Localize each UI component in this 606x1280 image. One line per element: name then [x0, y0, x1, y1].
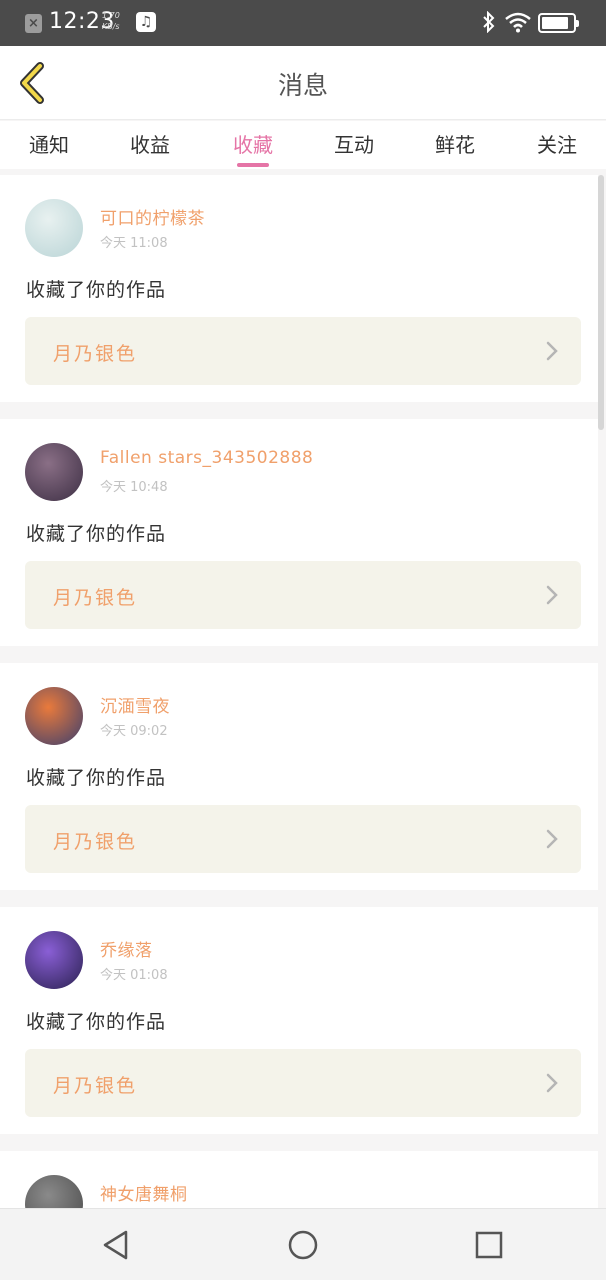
nav-back-button[interactable] — [100, 1229, 132, 1261]
page-title: 消息 — [277, 71, 328, 100]
bluetooth-icon — [482, 10, 496, 38]
nav-home-button[interactable] — [287, 1229, 319, 1261]
chevron-right-icon — [546, 585, 558, 605]
network-speed-unit: KB/s — [102, 22, 120, 31]
work-title: 月乃银色 — [53, 587, 138, 609]
avatar[interactable] — [25, 443, 83, 501]
action-text: 收藏了你的作品 — [26, 523, 167, 545]
tab-favorites[interactable]: 收藏 — [218, 129, 288, 158]
list-item: 神女唐舞桐 — [0, 1151, 598, 1208]
triangle-back-icon — [103, 1230, 128, 1260]
action-text: 收藏了你的作品 — [26, 1011, 167, 1033]
username[interactable]: 乔缘落 — [100, 936, 153, 961]
tab-flowers[interactable]: 鲜花 — [420, 129, 490, 158]
tab-earnings[interactable]: 收益 — [115, 129, 185, 158]
scrollbar[interactable] — [598, 175, 604, 430]
chevron-right-icon — [546, 341, 558, 361]
chevron-right-icon — [546, 1073, 558, 1093]
battery-icon — [538, 13, 579, 33]
list-item: 可口的柠檬茶 今天 11:08 收藏了你的作品 月乃银色 — [0, 175, 598, 402]
avatar[interactable] — [25, 687, 83, 745]
work-title: 月乃银色 — [53, 343, 138, 365]
battery-level — [542, 17, 568, 29]
work-title: 月乃银色 — [53, 831, 138, 853]
work-link-card[interactable]: 月乃银色 — [25, 561, 581, 629]
username[interactable]: 神女唐舞桐 — [100, 1180, 188, 1205]
avatar[interactable] — [25, 931, 83, 989]
work-link-card[interactable]: 月乃银色 — [25, 1049, 581, 1117]
work-link-card[interactable]: 月乃银色 — [25, 317, 581, 385]
username[interactable]: 沉湎雪夜 — [100, 692, 170, 717]
username[interactable]: Fallen stars_343502888 — [100, 448, 313, 468]
network-speed: 1.70 KB/s — [102, 10, 120, 32]
square-recent-icon — [475, 1231, 503, 1259]
timestamp: 今天 11:08 — [100, 236, 168, 251]
tab-bar: 通知 收益 收藏 互动 鲜花 关注 — [0, 121, 606, 169]
chevron-right-icon — [546, 829, 558, 849]
active-tab-indicator — [237, 163, 269, 167]
list-item: 沉湎雪夜 今天 09:02 收藏了你的作品 月乃银色 — [0, 663, 598, 890]
circle-home-icon — [288, 1230, 318, 1260]
list-item: 乔缘落 今天 01:08 收藏了你的作品 月乃银色 — [0, 907, 598, 1134]
list-item: Fallen stars_343502888 今天 10:48 收藏了你的作品 … — [0, 419, 598, 646]
avatar[interactable] — [25, 1175, 83, 1208]
avatar[interactable] — [25, 199, 83, 257]
action-text: 收藏了你的作品 — [26, 279, 167, 301]
timestamp: 今天 10:48 — [100, 480, 168, 495]
notification-close-icon: × — [25, 14, 42, 33]
tab-following[interactable]: 关注 — [522, 129, 592, 158]
network-speed-value: 1.70 — [102, 11, 120, 20]
system-nav-bar — [0, 1208, 606, 1280]
work-link-card[interactable]: 月乃银色 — [25, 805, 581, 873]
nav-recent-button[interactable] — [473, 1229, 505, 1261]
timestamp: 今天 09:02 — [100, 724, 168, 739]
music-icon: ♫ — [136, 12, 156, 32]
action-text: 收藏了你的作品 — [26, 767, 167, 789]
app-header: 消息 — [0, 46, 606, 120]
username[interactable]: 可口的柠檬茶 — [100, 204, 205, 229]
tab-interactions[interactable]: 互动 — [319, 129, 389, 158]
tab-notifications[interactable]: 通知 — [14, 129, 84, 158]
work-title: 月乃银色 — [53, 1075, 138, 1097]
timestamp: 今天 01:08 — [100, 968, 168, 983]
wifi-icon — [504, 11, 532, 37]
status-bar: × 12:23 1.70 KB/s ♫ — [0, 0, 606, 46]
